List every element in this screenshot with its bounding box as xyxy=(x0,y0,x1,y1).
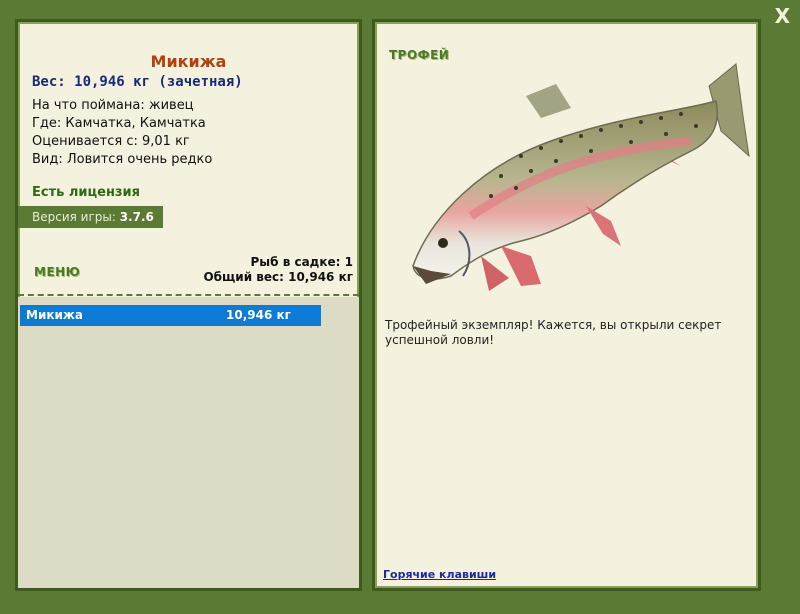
bait-info: На что поймана: живец xyxy=(32,98,194,113)
cage-summary: Рыб в садке: 1 Общий вес: 10,946 кг xyxy=(203,255,353,285)
fish-details: На что поймана: живец Где: Камчатка, Кам… xyxy=(32,97,212,169)
trophy-description: Трофейный экземпляр! Кажется, вы открыли… xyxy=(385,318,722,347)
catch-list-row[interactable]: Микижа 10,946 кг xyxy=(20,305,321,326)
cage-count: Рыб в садке: 1 xyxy=(250,255,354,269)
catch-fish-weight: 10,946 кг xyxy=(226,308,291,322)
game-version: Версия игры: 3.7.6 xyxy=(18,206,163,228)
hotkeys-link[interactable]: Горячие клавиши xyxy=(383,568,496,581)
estimate-info: Оценивается с: 9,01 кг xyxy=(32,134,190,149)
trout-image xyxy=(412,63,750,291)
catch-fish-name: Микижа xyxy=(26,308,83,322)
catch-list xyxy=(18,297,359,588)
location-info: Где: Камчатка, Камчатка xyxy=(32,116,206,131)
fish-name: Микижа xyxy=(150,52,227,71)
fish-info-panel: Микижа Вес: 10,946 кг (зачетная) На что … xyxy=(15,19,362,591)
fish-weight: Вес: 10,946 кг (зачетная) xyxy=(32,74,243,90)
rarity-info: Вид: Ловится очень редко xyxy=(32,152,213,167)
divider xyxy=(18,294,359,296)
cage-total-weight: Общий вес: 10,946 кг xyxy=(203,270,353,284)
version-number: 3.7.6 xyxy=(119,210,154,224)
version-prefix: Версия игры: xyxy=(32,210,116,224)
license-status: Есть лицензия xyxy=(32,185,140,200)
trophy-panel: ТРОФЕЙ Трофейный экземпляр! Кажется, вы … xyxy=(372,19,761,591)
menu-button[interactable]: МЕНЮ xyxy=(34,265,80,279)
game-window: X Микижа Вес: 10,946 кг (зачетная) На чт… xyxy=(0,0,800,614)
close-icon[interactable]: X xyxy=(775,4,790,28)
